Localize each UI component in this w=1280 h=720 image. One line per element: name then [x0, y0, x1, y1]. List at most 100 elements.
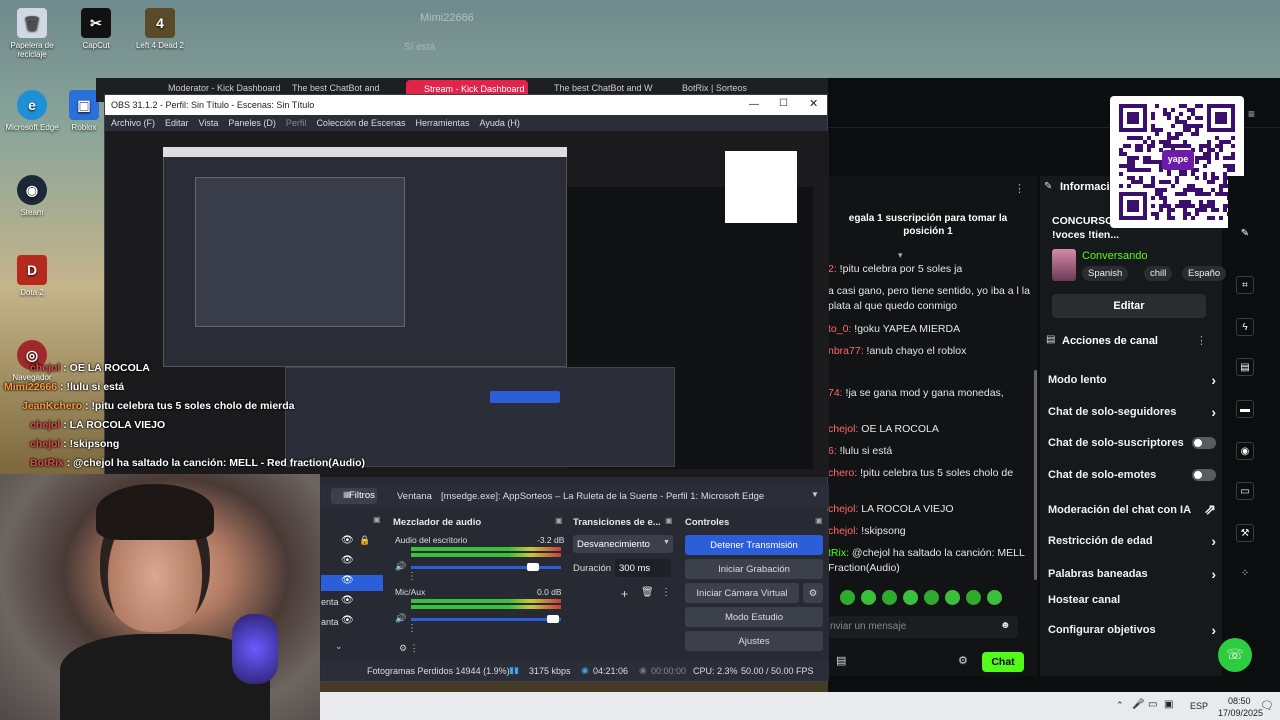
obs-menu-item[interactable]: Archivo (F): [111, 118, 155, 128]
transition-select[interactable]: Desvanecimiento: [573, 535, 673, 553]
channel-action[interactable]: Modo lento ›: [1048, 372, 1216, 388]
channel-action[interactable]: Configurar objetivos ›: [1048, 622, 1216, 638]
virtual-camera-settings-icon[interactable]: ⚙: [803, 583, 823, 603]
broadcast-icon[interactable]: ◉: [1236, 442, 1254, 460]
browser-tab[interactable]: The best ChatBot and: [292, 83, 380, 93]
tag[interactable]: chill: [1144, 266, 1173, 281]
speaker-icon[interactable]: 🔊: [395, 613, 406, 624]
chat-username[interactable]: chejol:: [828, 423, 858, 435]
tag[interactable]: Españo: [1182, 266, 1227, 281]
display-icon[interactable]: ▭: [1148, 699, 1157, 710]
obs-menu-item[interactable]: Herramientas: [416, 118, 470, 128]
channel-action[interactable]: Hostear canal: [1048, 594, 1216, 606]
speaker-icon[interactable]: 🔊: [395, 561, 406, 572]
browser-tab[interactable]: Moderator - Kick Dashboard: [168, 83, 281, 93]
clock-date[interactable]: 17/09/2025: [1218, 708, 1263, 718]
eye-icon[interactable]: 👁: [341, 615, 354, 626]
chat-username[interactable]: 6:: [828, 445, 837, 457]
network-icon[interactable]: ▣: [1164, 699, 1173, 710]
chat-username[interactable]: chero:: [828, 467, 857, 479]
obs-menu-item[interactable]: Perfil: [286, 118, 307, 128]
window-select[interactable]: [msedge.exe]: AppSorteos – La Ruleta de …: [441, 491, 801, 502]
desktop-icon-capcut[interactable]: ✂ CapCut: [64, 8, 128, 50]
emote-icon[interactable]: [903, 590, 918, 605]
mixer-settings-icon[interactable]: ⚙ ⋮: [399, 643, 419, 654]
toggle-switch[interactable]: [1192, 437, 1216, 449]
chat-username[interactable]: 2:: [828, 263, 837, 275]
studio-mode-button[interactable]: Modo Estudio: [685, 607, 823, 627]
desktop-icon-browser[interactable]: ◎ Navegador: [0, 340, 64, 382]
obs-menu-item[interactable]: Colección de Escenas: [316, 118, 405, 128]
desktop-icon-l4d2[interactable]: 4 Left 4 Dead 2: [128, 8, 192, 50]
lang-indicator[interactable]: ESP: [1190, 701, 1208, 711]
chevron-down-icon[interactable]: ▼: [663, 539, 670, 546]
emote-icon[interactable]: [966, 590, 981, 605]
chat-username[interactable]: nbra77:: [828, 345, 864, 357]
toggle-switch[interactable]: [1192, 469, 1216, 481]
settings-icon[interactable]: ⚙: [958, 654, 968, 667]
eye-icon[interactable]: 👁: [341, 555, 354, 566]
edit-button[interactable]: Editar: [1052, 294, 1206, 318]
channel-action[interactable]: Restricción de edad ›: [1048, 533, 1216, 549]
stop-streaming-button[interactable]: Detener Transmisión: [685, 535, 823, 555]
mic-icon[interactable]: 🎤: [1132, 699, 1144, 710]
channel-action[interactable]: Chat de solo-suscriptores: [1048, 437, 1216, 449]
emoji-icon[interactable]: ☻: [1000, 620, 1011, 631]
pencil-icon[interactable]: ✎: [1236, 224, 1254, 242]
chat-send-button[interactable]: Chat: [982, 652, 1024, 672]
lightning-icon[interactable]: ϟ: [1236, 318, 1254, 336]
channel-action[interactable]: Chat de solo-emotes: [1048, 469, 1216, 481]
widgets-icon[interactable]: ⁘: [1236, 564, 1254, 582]
wrench-icon[interactable]: ⚒: [1236, 524, 1254, 542]
chevron-up-icon[interactable]: ⌃: [1116, 700, 1124, 711]
actions-options-icon[interactable]: ⋮: [1196, 334, 1207, 347]
dock-menu-icon[interactable]: ▣: [815, 516, 823, 525]
dock-menu-icon[interactable]: ▣: [665, 516, 673, 525]
lock-icon[interactable]: 🔒: [359, 535, 370, 546]
eye-icon[interactable]: 👁: [341, 535, 354, 546]
add-icon[interactable]: +: [621, 587, 628, 601]
browser-tab[interactable]: The best ChatBot and W: [554, 83, 653, 93]
chat-bubble-icon[interactable]: ▬: [1236, 400, 1254, 418]
obs-preview[interactable]: [105, 131, 829, 477]
slider-handle[interactable]: [527, 563, 539, 571]
emote-icon[interactable]: [840, 590, 855, 605]
emote-icon[interactable]: [882, 590, 897, 605]
chat-input[interactable]: nviar un mensaje: [828, 616, 1018, 638]
source-item-label[interactable]: anta: [321, 617, 339, 627]
desktop-icon-dota2[interactable]: D Dota 2: [0, 255, 64, 297]
notifications-icon[interactable]: 🗨: [1260, 699, 1274, 712]
tv-icon[interactable]: ▭: [1236, 482, 1254, 500]
obs-menu-item[interactable]: Vista: [199, 118, 219, 128]
browser-tab[interactable]: BotRix | Sorteos: [682, 83, 747, 93]
document-icon[interactable]: ▤: [1236, 358, 1254, 376]
options-icon[interactable]: ⋮: [661, 587, 671, 598]
chat-username[interactable]: 74:: [828, 387, 843, 399]
eye-icon[interactable]: 👁: [341, 575, 354, 586]
filtros-button[interactable]: Filtros: [331, 488, 377, 504]
channel-action[interactable]: Chat de solo-seguidores ›: [1048, 404, 1216, 420]
chat-username[interactable]: chejol:: [828, 525, 858, 537]
chevron-down-icon[interactable]: ▼: [811, 490, 819, 499]
clock-time[interactable]: 08:50: [1228, 696, 1251, 706]
settings-button[interactable]: Ajustes: [685, 631, 823, 651]
slider-handle[interactable]: [547, 615, 559, 623]
dock-menu-icon[interactable]: ▣: [555, 516, 563, 525]
chat-options-icon[interactable]: ⋮: [1014, 182, 1025, 195]
trash-icon[interactable]: 🗑: [641, 587, 654, 598]
emote-icon[interactable]: [924, 590, 939, 605]
emote-icon[interactable]: [945, 590, 960, 605]
source-item-label[interactable]: enta: [321, 597, 339, 607]
emote-icon[interactable]: [861, 590, 876, 605]
close-icon[interactable]: ✕: [809, 97, 818, 110]
emote-icon[interactable]: [987, 590, 1002, 605]
obs-menu-item[interactable]: Editar: [165, 118, 189, 128]
tag[interactable]: Spanish: [1082, 266, 1129, 281]
eye-icon[interactable]: 👁: [341, 595, 354, 606]
chat-scrollbar[interactable]: [1034, 370, 1037, 580]
duration-input[interactable]: 300 ms: [615, 559, 671, 577]
desktop-icon-steam[interactable]: ◉ Steam: [0, 175, 64, 217]
minimize-icon[interactable]: —: [749, 99, 759, 110]
emote-bar[interactable]: [840, 590, 1030, 608]
chat-username[interactable]: chejol:: [828, 503, 858, 515]
